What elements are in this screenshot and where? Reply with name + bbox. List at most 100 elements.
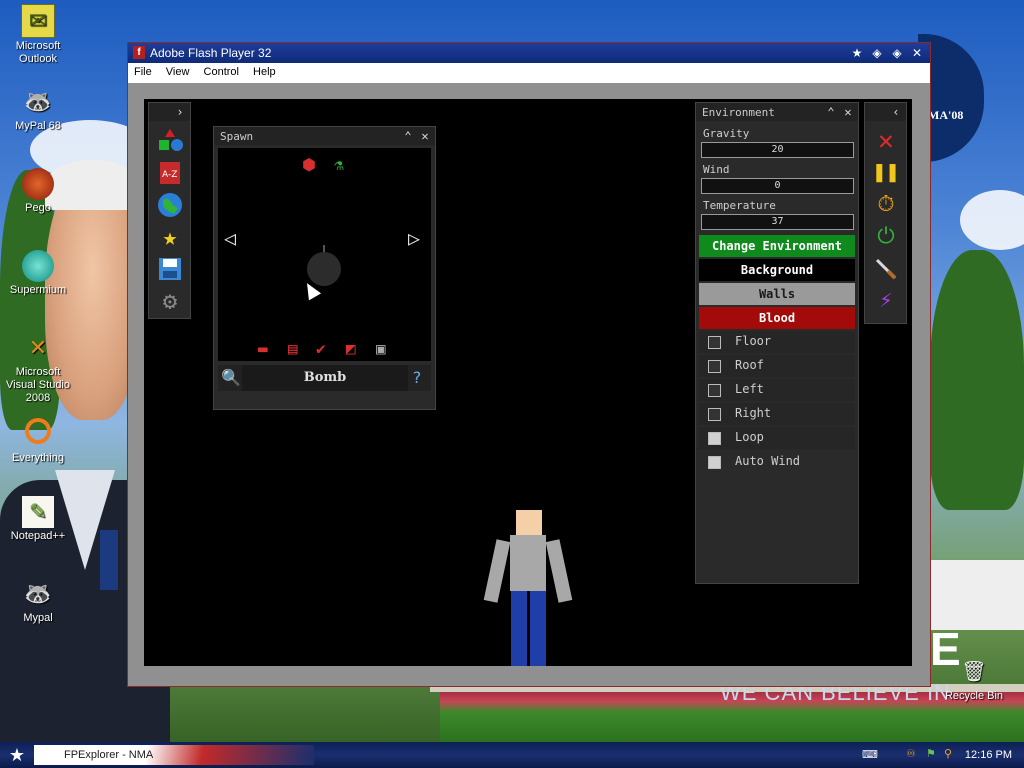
close-icon[interactable]: ✕ bbox=[841, 104, 855, 120]
clock[interactable]: 12:16 PM bbox=[965, 749, 1012, 761]
star-icon[interactable]: ★ bbox=[156, 223, 184, 251]
collapse-icon[interactable]: ⌃ bbox=[824, 104, 838, 120]
collapse-icon[interactable]: ⌃ bbox=[401, 128, 415, 144]
background-color-button[interactable]: Background bbox=[699, 259, 855, 281]
cloud bbox=[960, 190, 1024, 250]
menu-control[interactable]: Control bbox=[198, 63, 244, 78]
loop-checkbox[interactable]: Loop bbox=[699, 427, 855, 449]
flash-stage[interactable]: › A-Z ★ ⚙ Spawn ⌃ ✕ ⬢ ⚗ ◁ ▷ ▬ ▤ ✔ ◩ ▣ 🔍 … bbox=[144, 99, 912, 666]
pego-icon bbox=[22, 168, 54, 200]
ragdoll-left-leg[interactable] bbox=[511, 591, 527, 666]
power-icon[interactable]: ⏻ bbox=[872, 223, 900, 251]
stopwatch-icon[interactable]: ⏱ bbox=[872, 191, 900, 219]
check-icon[interactable]: ✔ bbox=[316, 340, 326, 358]
desktop-icon-outlook[interactable]: ✉ Microsoft Outlook bbox=[0, 4, 76, 66]
walls-color-button[interactable]: Walls bbox=[699, 283, 855, 305]
machine-icon[interactable]: ▣ bbox=[376, 340, 386, 358]
taskbar-item[interactable]: FPExplorer - NMA bbox=[46, 746, 214, 764]
badge-text: MA'08 bbox=[928, 108, 964, 122]
close-icon[interactable]: ✕ bbox=[418, 128, 432, 144]
category-unknown-icon[interactable]: ⬢ bbox=[302, 156, 316, 174]
potion-icon[interactable]: ⚗ bbox=[334, 156, 344, 174]
icon-label: Microsoft Visual Studio 2008 bbox=[5, 366, 70, 404]
shapes-icon[interactable] bbox=[156, 127, 184, 155]
checkbox-box bbox=[708, 360, 721, 373]
ragdoll-right-arm[interactable] bbox=[545, 539, 573, 603]
slash-icon[interactable]: ◩ bbox=[346, 340, 356, 358]
svg-text:A-Z: A-Z bbox=[162, 170, 177, 180]
next-arrow-icon[interactable]: ▷ bbox=[408, 226, 420, 250]
list-icon[interactable]: ▤ bbox=[288, 340, 298, 358]
roof-checkbox[interactable]: Roof bbox=[699, 355, 855, 377]
white-house bbox=[928, 560, 1024, 630]
clear-x-icon[interactable]: ✕ bbox=[872, 127, 900, 155]
checkbox-label: Roof bbox=[735, 358, 764, 372]
pause-icon[interactable]: ❚❚ bbox=[872, 159, 900, 187]
window-title: Adobe Flash Player 32 bbox=[150, 46, 272, 60]
knife-icon[interactable] bbox=[872, 255, 900, 283]
alphabet-icon[interactable]: A-Z bbox=[156, 159, 184, 187]
wind-field[interactable]: 0 bbox=[701, 178, 854, 194]
desktop-icon-everything[interactable]: Everything bbox=[0, 414, 76, 465]
ragdoll-head[interactable] bbox=[516, 510, 542, 535]
right-checkbox[interactable]: Right bbox=[699, 403, 855, 425]
spawn-preview[interactable]: ⬢ ⚗ ◁ ▷ ▬ ▤ ✔ ◩ ▣ bbox=[218, 148, 431, 361]
save-icon[interactable] bbox=[156, 255, 184, 283]
environment-panel-header[interactable]: Environment ⌃ ✕ bbox=[696, 103, 858, 121]
globe-icon[interactable] bbox=[156, 191, 184, 219]
help-icon[interactable]: ? bbox=[412, 369, 422, 387]
settings-gear-icon[interactable]: ⚙ bbox=[156, 287, 184, 315]
spawn-panel-title: Spawn bbox=[220, 130, 254, 143]
spawn-panel: Spawn ⌃ ✕ ⬢ ⚗ ◁ ▷ ▬ ▤ ✔ ◩ ▣ 🔍 Bomb ? bbox=[213, 126, 436, 410]
checkbox-label: Right bbox=[735, 406, 772, 420]
delete-icon[interactable]: ▬ bbox=[258, 340, 268, 358]
previous-arrow-icon[interactable]: ◁ bbox=[224, 226, 236, 250]
icon-label: Recycle Bin bbox=[944, 690, 1004, 702]
search-icon[interactable]: 🔍 bbox=[221, 369, 241, 387]
chevron-right-icon[interactable]: › bbox=[173, 104, 187, 120]
lightning-icon[interactable]: ⚡ bbox=[872, 287, 900, 315]
change-environment-button[interactable]: Change Environment bbox=[699, 235, 855, 257]
start-star-icon[interactable]: ★ bbox=[6, 745, 28, 765]
left-toolbar: › A-Z ★ ⚙ bbox=[148, 102, 191, 319]
left-checkbox[interactable]: Left bbox=[699, 379, 855, 401]
tray-app-icon[interactable]: ♾ bbox=[906, 747, 916, 760]
desktop-icon-pego[interactable]: Pego bbox=[0, 168, 76, 215]
ragdoll-torso[interactable] bbox=[510, 535, 546, 591]
title-bar[interactable]: f Adobe Flash Player 32 ★ ◈ ◈ ✕ bbox=[128, 43, 930, 63]
keyboard-icon[interactable]: ⌨ bbox=[862, 748, 878, 761]
desktop-icon-recycle-bin[interactable]: 🗑 Recycle Bin bbox=[936, 656, 1012, 703]
icon-label: Notepad++ bbox=[10, 530, 66, 542]
temperature-label: Temperature bbox=[703, 199, 776, 212]
taskbar: ★ FPExplorer - NMA ⌨ ♾ ⚑ ⚲ 12:16 PM bbox=[0, 742, 1024, 768]
desktop-icon-mypal68[interactable]: 🦝 MyPal 68 bbox=[0, 86, 76, 133]
floor-checkbox[interactable]: Floor bbox=[699, 331, 855, 353]
desktop-icon-supermium[interactable]: Supermium bbox=[0, 250, 76, 297]
checkbox-label: Left bbox=[735, 382, 764, 396]
chevron-left-icon[interactable]: ‹ bbox=[889, 104, 903, 120]
maximize-button[interactable]: ◈ bbox=[888, 45, 906, 61]
desktop-icon-visual-studio[interactable]: ✕ Microsoft Visual Studio 2008 bbox=[0, 332, 76, 405]
taskbar-item-label: FPExplorer - NMA bbox=[64, 749, 154, 761]
desktop-icon-notepadpp[interactable]: ✎ Notepad++ bbox=[0, 496, 76, 543]
icon-label: MyPal 68 bbox=[15, 120, 61, 132]
star-icon[interactable]: ★ bbox=[848, 45, 866, 61]
gravity-field[interactable]: 20 bbox=[701, 142, 854, 158]
auto-wind-checkbox[interactable]: Auto Wind bbox=[699, 451, 855, 473]
desktop-icon-mypal[interactable]: 🦝 Mypal bbox=[0, 578, 76, 625]
menu-view[interactable]: View bbox=[160, 63, 195, 78]
menu-file[interactable]: File bbox=[128, 63, 157, 78]
temperature-field[interactable]: 37 bbox=[701, 214, 854, 230]
ragdoll-right-leg[interactable] bbox=[530, 591, 546, 666]
selected-item-name: Bomb bbox=[242, 365, 408, 391]
network-icon[interactable]: ⚑ bbox=[926, 747, 936, 760]
ragdoll-left-arm[interactable] bbox=[483, 539, 511, 603]
minimize-button[interactable]: ◈ bbox=[868, 45, 886, 61]
spawn-panel-header[interactable]: Spawn ⌃ ✕ bbox=[214, 127, 435, 145]
search-icon[interactable]: ⚲ bbox=[944, 747, 952, 760]
blood-color-button[interactable]: Blood bbox=[699, 307, 855, 329]
menu-bar: File View Control Help bbox=[128, 63, 930, 83]
menu-help[interactable]: Help bbox=[247, 63, 281, 78]
flash-player-window: f Adobe Flash Player 32 ★ ◈ ◈ ✕ File Vie… bbox=[127, 42, 931, 687]
close-button[interactable]: ✕ bbox=[908, 45, 926, 61]
